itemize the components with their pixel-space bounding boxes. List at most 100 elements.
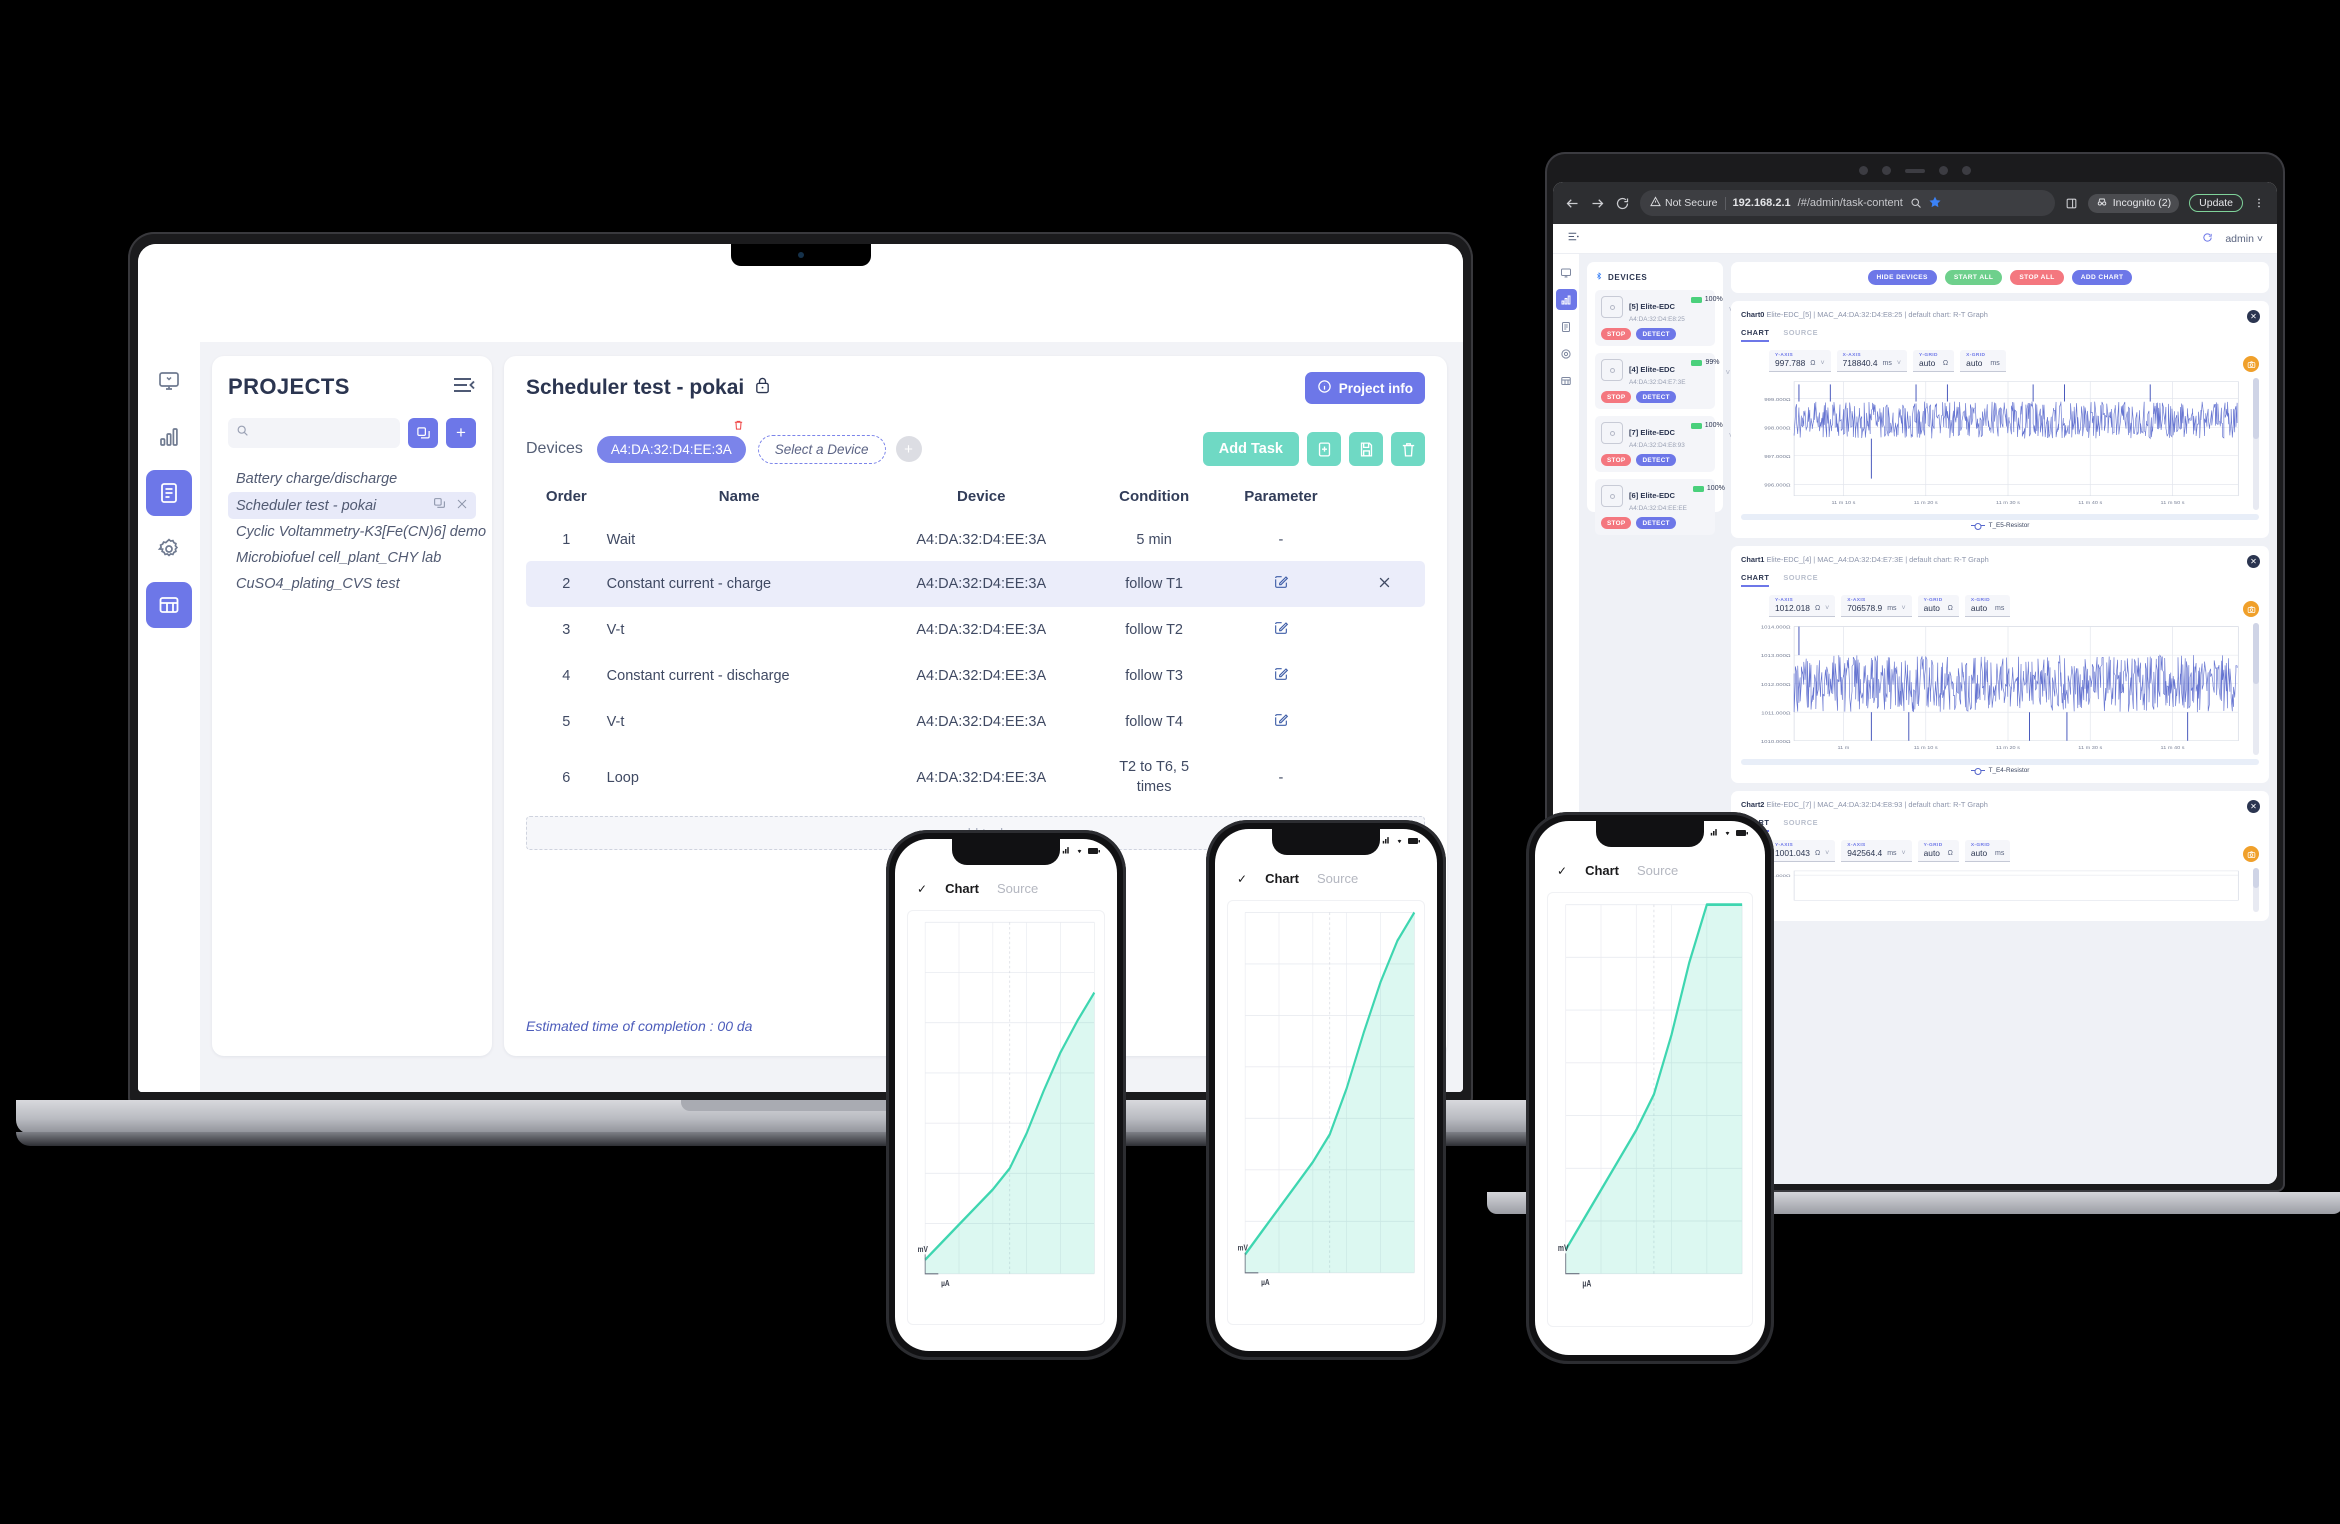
y-grid-value[interactable]: auto: [1924, 603, 1943, 613]
x-axis-value[interactable]: 706578.9: [1847, 603, 1882, 613]
y-grid-control[interactable]: Y-GRID auto Ω: [1917, 840, 1959, 862]
sidebar-item-charts[interactable]: [1555, 289, 1577, 310]
tab-source[interactable]: SOURCE: [1783, 818, 1818, 832]
reload-icon[interactable]: [1615, 196, 1630, 211]
camera-snapshot-icon[interactable]: [2243, 356, 2259, 372]
list-item[interactable]: Scheduler test - pokai: [228, 492, 476, 519]
sidebar-item-settings[interactable]: [146, 526, 192, 572]
device-card[interactable]: [4] Elite-EDC A4:DA:32:D4:E7:3E 99% ˅ ST…: [1595, 353, 1730, 409]
hide-devices-button[interactable]: HIDE DEVICES: [1867, 270, 1937, 285]
x-grid-control[interactable]: X-GRID auto ms: [1964, 595, 2011, 617]
tab-source[interactable]: SOURCE: [1783, 573, 1818, 587]
edit-parameter-icon[interactable]: [1273, 576, 1289, 594]
stop-button[interactable]: STOP: [1601, 328, 1632, 340]
stop-all-button[interactable]: STOP ALL: [2010, 270, 2064, 285]
security-status[interactable]: Not Secure: [1650, 196, 1718, 210]
chart-horizontal-scrollbar[interactable]: [1741, 759, 2259, 765]
collapse-list-icon[interactable]: [452, 375, 476, 400]
chart-vertical-scrollbar[interactable]: [2253, 868, 2259, 912]
update-button[interactable]: Update: [2189, 194, 2243, 212]
table-row[interactable]: 1 Wait A4:DA:32:D4:EE:3A 5 min -: [526, 519, 1425, 561]
sidebar-item-monitor[interactable]: [146, 358, 192, 404]
remove-task-icon[interactable]: [1344, 561, 1425, 607]
tab-chart[interactable]: Chart: [1265, 871, 1299, 886]
list-item[interactable]: Microbiofuel cell_plant_CHY lab: [228, 545, 476, 571]
chevron-down-icon[interactable]: ˅: [1825, 605, 1829, 613]
close-circle-icon[interactable]: ✕: [2247, 800, 2260, 813]
close-circle-icon[interactable]: ✕: [2247, 310, 2260, 323]
user-menu[interactable]: admin ˅: [2225, 233, 2263, 245]
sidebar-item-settings[interactable]: [1556, 343, 1577, 364]
edit-parameter-icon[interactable]: [1273, 714, 1289, 732]
x-grid-value[interactable]: auto: [1966, 358, 1985, 368]
device-card[interactable]: [7] Elite-EDC A4:DA:32:D4:E8:93 100% ˅: [1595, 416, 1733, 472]
tab-source[interactable]: SOURCE: [1783, 328, 1818, 342]
device-chip[interactable]: A4:DA:32:D4:EE:3A: [596, 420, 746, 463]
add-project-button[interactable]: +: [446, 418, 476, 448]
camera-snapshot-icon[interactable]: [2243, 601, 2259, 617]
detect-button[interactable]: DETECT: [1636, 391, 1676, 403]
search-box[interactable]: [228, 418, 400, 448]
add-task-button[interactable]: Add Task: [1202, 432, 1299, 466]
start-all-button[interactable]: START ALL: [1944, 270, 2003, 285]
x-grid-control[interactable]: X-GRID auto ms: [1964, 840, 2011, 862]
y-grid-control[interactable]: Y-GRID auto Ω: [1917, 595, 1959, 617]
table-row[interactable]: 3 V-t A4:DA:32:D4:EE:3A follow T2: [526, 607, 1425, 653]
sidebar-item-monitor[interactable]: [1556, 262, 1577, 283]
incognito-indicator[interactable]: Incognito (2): [2087, 193, 2180, 213]
address-bar[interactable]: Not Secure 192.168.2.1 /#/admin/task-con…: [1640, 190, 2055, 216]
detect-button[interactable]: DETECT: [1636, 454, 1676, 466]
stop-button[interactable]: STOP: [1601, 517, 1632, 529]
tab-chart[interactable]: CHART: [1741, 328, 1770, 342]
x-grid-control[interactable]: X-GRID auto ms: [1960, 350, 2006, 372]
list-item[interactable]: Cyclic Voltammetry-K3[Fe(CN)6] demo: [228, 519, 486, 545]
y-axis-control[interactable]: Y-AXIS 997.788 Ω ˅: [1769, 350, 1831, 372]
project-info-button[interactable]: Project info: [1304, 372, 1425, 404]
select-device-dropdown[interactable]: Select a Device: [757, 434, 886, 464]
arrow-left-icon[interactable]: [1565, 196, 1580, 211]
list-item[interactable]: CuSO4_plating_CVS test: [228, 571, 476, 597]
refresh-icon[interactable]: [2202, 232, 2213, 246]
sidebar-item-table[interactable]: [1556, 370, 1577, 391]
chevron-down-icon[interactable]: ˅: [1726, 368, 1731, 377]
tab-source[interactable]: Source: [1637, 863, 1678, 878]
chevron-down-icon[interactable]: ˅: [1897, 360, 1901, 368]
table-row[interactable]: 5 V-t A4:DA:32:D4:EE:3A follow T4: [526, 699, 1425, 745]
x-grid-value[interactable]: auto: [1971, 603, 1990, 613]
device-card[interactable]: [5] Elite-EDC A4:DA:32:D4:E8:25 100% ˅: [1595, 290, 1733, 346]
kebab-menu-icon[interactable]: [2253, 197, 2265, 209]
y-grid-value[interactable]: auto: [1924, 848, 1943, 858]
search-input[interactable]: [255, 426, 392, 440]
table-row[interactable]: 2 Constant current - charge A4:DA:32:D4:…: [526, 561, 1425, 607]
sidebar-item-projects[interactable]: [146, 470, 192, 516]
sidebar-item-charts[interactable]: [146, 414, 192, 460]
add-device-button[interactable]: +: [895, 436, 922, 462]
side-panel-icon[interactable]: [2065, 197, 2078, 210]
delete-icon[interactable]: [1391, 432, 1425, 466]
x-grid-value[interactable]: auto: [1971, 848, 1990, 858]
tab-chart[interactable]: CHART: [1741, 573, 1770, 587]
close-icon[interactable]: [456, 498, 468, 514]
y-axis-value[interactable]: 1001.043: [1775, 848, 1810, 858]
x-axis-value[interactable]: 718840.4: [1843, 358, 1878, 368]
stop-button[interactable]: STOP: [1601, 454, 1632, 466]
y-axis-value[interactable]: 1012.018: [1775, 603, 1810, 613]
duplicate-icon[interactable]: [433, 497, 446, 514]
chart-vertical-scrollbar[interactable]: [2253, 378, 2259, 510]
tab-chart[interactable]: Chart: [945, 881, 979, 896]
arrow-right-icon[interactable]: [1590, 196, 1605, 211]
y-grid-control[interactable]: Y-GRID auto Ω: [1912, 350, 1955, 372]
edit-parameter-icon[interactable]: [1273, 668, 1289, 686]
sidebar-item-projects[interactable]: [1556, 316, 1577, 337]
tab-source[interactable]: Source: [1317, 871, 1358, 886]
tab-chart[interactable]: Chart: [1585, 863, 1619, 878]
device-card[interactable]: [6] Elite-EDC A4:DA:32:D4:EE:EE 100% ˅: [1595, 479, 1735, 535]
detect-button[interactable]: DETECT: [1636, 328, 1676, 340]
chevron-down-icon[interactable]: ˅: [1902, 605, 1906, 613]
chart-vertical-scrollbar[interactable]: [2253, 623, 2259, 755]
y-axis-value[interactable]: 997.788: [1775, 358, 1805, 368]
chevron-down-icon[interactable]: ˅: [1821, 360, 1825, 368]
detect-button[interactable]: DETECT: [1636, 517, 1676, 529]
y-axis-control[interactable]: Y-AXIS 1012.018 Ω ˅: [1769, 595, 1836, 617]
lock-icon[interactable]: [754, 376, 771, 401]
